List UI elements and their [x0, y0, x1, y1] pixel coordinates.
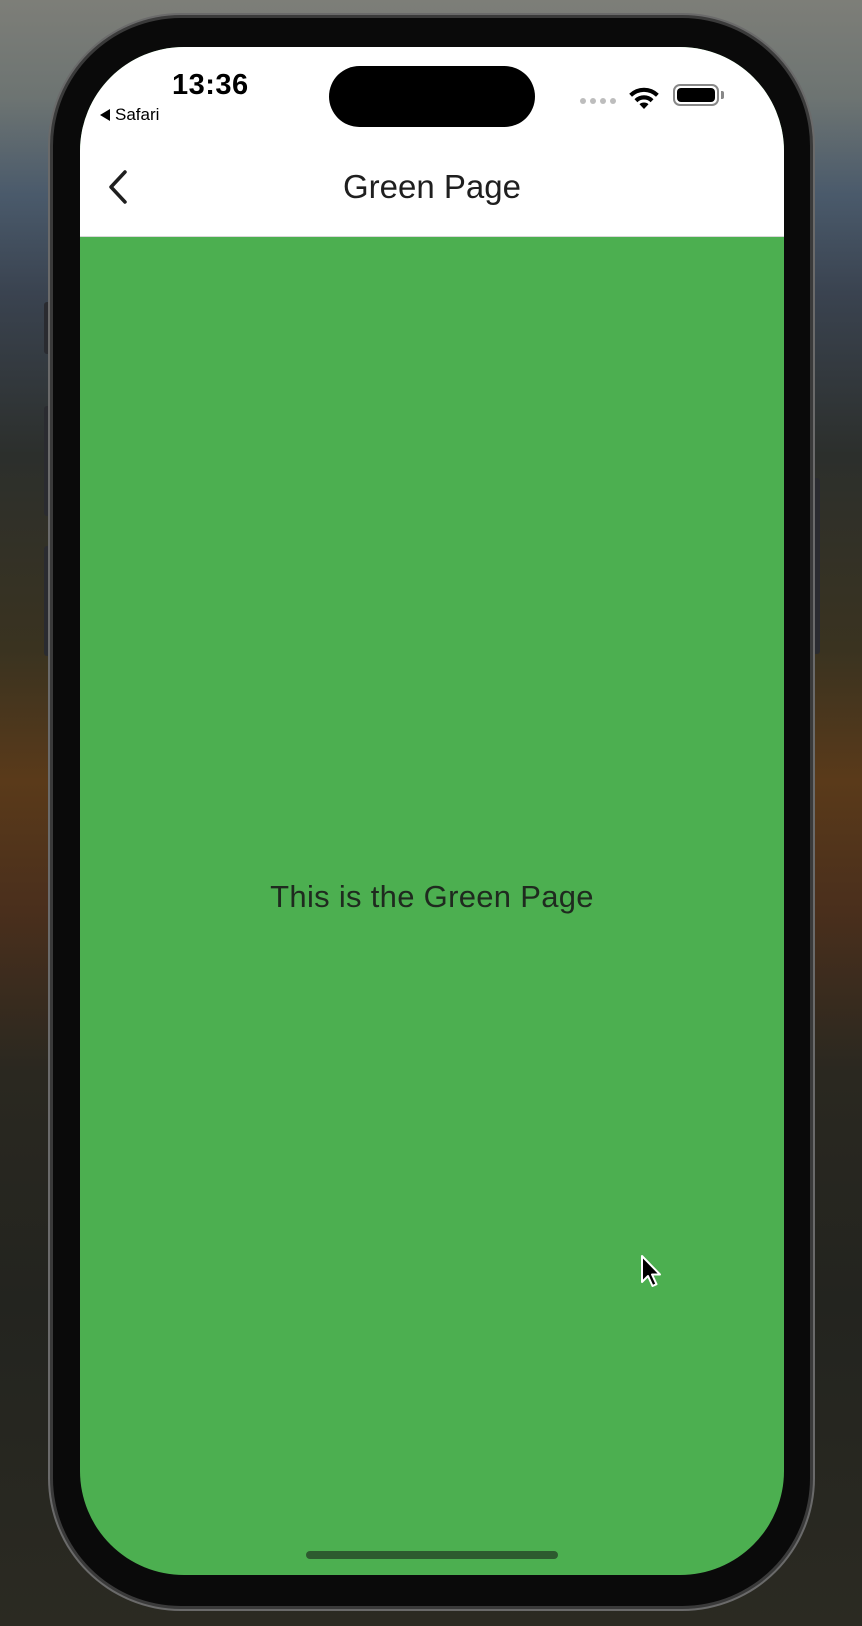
status-time: 13:36: [172, 69, 249, 101]
mouse-cursor-icon: [641, 1255, 661, 1287]
back-app-label: Safari: [115, 105, 160, 124]
nav-divider: [80, 236, 784, 237]
chevron-left-icon: [109, 170, 127, 204]
volume-up-button: [44, 406, 52, 516]
volume-down-button: [44, 546, 52, 656]
battery-nub: [721, 91, 724, 99]
back-to-app-link[interactable]: Safari: [100, 105, 159, 125]
back-triangle-icon: [100, 109, 110, 121]
battery-icon: [673, 84, 719, 106]
dynamic-island: [329, 66, 535, 127]
home-indicator[interactable]: [306, 1551, 558, 1559]
back-button[interactable]: [98, 167, 138, 207]
cellular-dots-icon: [580, 98, 616, 104]
screen: 13:36 Safari Green Page This is the Gree…: [80, 47, 784, 1575]
page-message: This is the Green Page: [270, 879, 594, 914]
wifi-icon: [629, 87, 659, 109]
power-button: [812, 478, 820, 654]
action-button: [44, 302, 52, 354]
